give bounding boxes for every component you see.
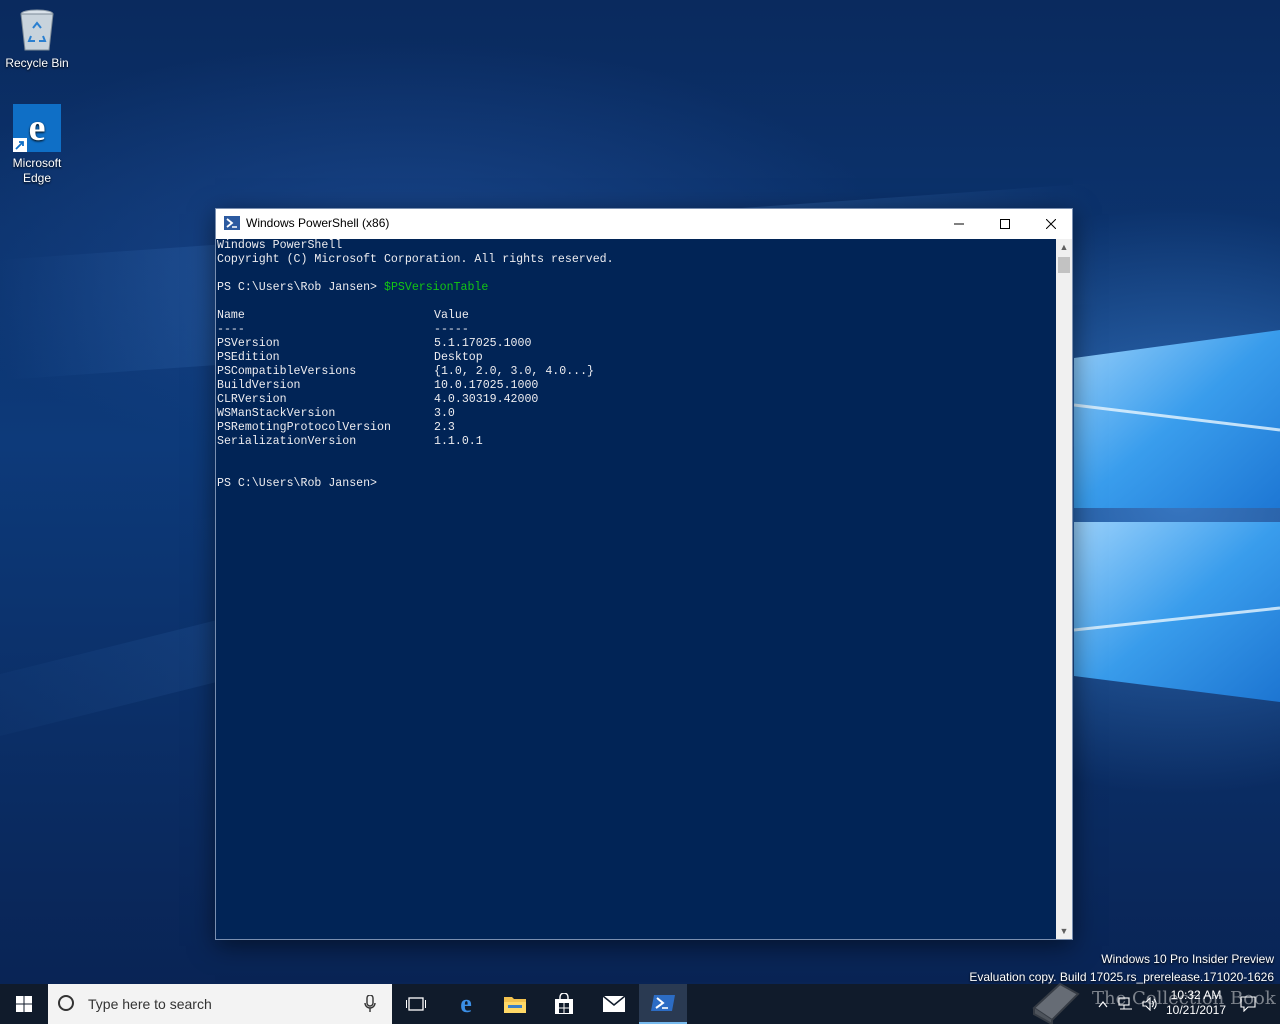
scrollbar-thumb[interactable] [1058, 257, 1070, 273]
row-name: PSVersion [217, 337, 280, 350]
svg-text:e: e [460, 992, 472, 1016]
network-button[interactable] [1116, 984, 1136, 1024]
banner-line-2: Copyright (C) Microsoft Corporation. All… [217, 253, 614, 266]
search-placeholder: Type here to search [88, 996, 212, 1012]
chevron-up-icon [1098, 1001, 1108, 1008]
row-name: PSCompatibleVersions [217, 365, 357, 378]
taskbar-mail-button[interactable] [590, 984, 638, 1024]
row-name: SerializationVersion [217, 435, 357, 448]
powershell-icon [224, 216, 240, 230]
taskbar: Type here to search e 10:32 AM 10/21/201… [0, 984, 1280, 1024]
row-name: BuildVersion [217, 379, 301, 392]
row-value: 2.3 [434, 421, 455, 434]
desktop-icon-recycle-bin[interactable]: Recycle Bin [0, 8, 74, 71]
store-bag-icon [555, 993, 573, 1014]
column-header-value: Value [434, 309, 469, 322]
underline-name: ---- [217, 323, 245, 336]
action-center-button[interactable] [1236, 984, 1260, 1024]
minimize-icon [954, 223, 964, 225]
windows-start-icon [16, 996, 32, 1012]
microphone-icon[interactable] [364, 995, 376, 1013]
speaker-icon [1142, 997, 1157, 1011]
scroll-up-arrow-icon[interactable]: ▲ [1056, 239, 1072, 255]
desktop-icon-microsoft-edge[interactable]: e Microsoft Edge [0, 104, 74, 186]
table-row: PSEdition Desktop [217, 351, 1056, 365]
table-row: SerializationVersion 1.1.0.1 [217, 435, 1056, 449]
task-view-button[interactable] [392, 984, 440, 1024]
table-header: Name Value [217, 309, 1056, 323]
row-value: 10.0.17025.1000 [434, 379, 539, 392]
minimize-button[interactable] [936, 209, 982, 239]
row-name: PSEdition [217, 351, 280, 364]
edge-icon: e [13, 104, 61, 152]
clock-time: 10:32 AM [1170, 988, 1222, 1002]
svg-text:e: e [29, 107, 46, 149]
mail-icon [602, 995, 626, 1012]
table-row: CLRVersion 4.0.30319.42000 [217, 393, 1056, 407]
row-value: 3.0 [434, 407, 455, 420]
notification-icon [1240, 996, 1256, 1012]
folder-icon [504, 997, 526, 1013]
recycle-bin-icon [20, 9, 54, 51]
close-icon [1046, 219, 1056, 229]
prompt-text: PS C:\Users\Rob Jansen> [217, 281, 384, 294]
edge-label: Microsoft Edge [12, 156, 62, 185]
evaluation-watermark: Windows 10 Pro Insider Preview Evaluatio… [969, 950, 1274, 986]
banner-line-1: Windows PowerShell [217, 239, 343, 252]
row-value: 1.1.0.1 [434, 435, 483, 448]
table-row: WSManStackVersion 3.0 [217, 407, 1056, 421]
maximize-button[interactable] [982, 209, 1028, 239]
row-value: 4.0.30319.42000 [434, 393, 539, 406]
vertical-scrollbar[interactable]: ▲ ▼ [1056, 239, 1072, 939]
row-name: WSManStackVersion [217, 407, 336, 420]
system-clock[interactable]: 10:32 AM 10/21/2017 [1160, 988, 1232, 1018]
table-row: PSCompatibleVersions {1.0, 2.0, 3.0, 4.0.… [217, 365, 1056, 379]
close-button[interactable] [1028, 209, 1074, 239]
row-name: PSRemotingProtocolVersion [217, 421, 391, 434]
cortana-icon [58, 995, 74, 1011]
console-output[interactable]: Windows PowerShell Copyright (C) Microso… [216, 239, 1056, 939]
task-view-icon [406, 997, 426, 1011]
clock-date: 10/21/2017 [1165, 1003, 1227, 1017]
row-value: Desktop [434, 351, 483, 364]
volume-button[interactable] [1140, 984, 1160, 1024]
taskbar-store-button[interactable] [540, 984, 588, 1024]
row-value: {1.0, 2.0, 3.0, 4.0...} [434, 365, 595, 378]
show-hidden-icons-button[interactable] [1094, 984, 1112, 1024]
network-icon [1118, 997, 1132, 1010]
row-name: CLRVersion [217, 393, 287, 406]
row-value: 5.1.17025.1000 [434, 337, 532, 350]
column-header-name: Name [217, 309, 245, 322]
start-button[interactable] [0, 984, 48, 1024]
windows-logo-wallpaper [1074, 330, 1280, 702]
underline-value: ----- [434, 323, 469, 336]
taskbar-edge-button[interactable]: e [442, 984, 490, 1024]
watermark-edition: Windows 10 Pro Insider Preview [1101, 952, 1274, 966]
powershell-icon [651, 995, 675, 1011]
window-title: Windows PowerShell (x86) [246, 216, 390, 230]
recycle-bin-label: Recycle Bin [5, 56, 69, 70]
maximize-icon [1000, 219, 1010, 229]
command-text: $PSVersionTable [383, 281, 489, 294]
edge-icon: e [460, 992, 472, 1016]
scroll-down-arrow-icon[interactable]: ▼ [1056, 923, 1072, 939]
search-input[interactable]: Type here to search [48, 984, 392, 1024]
table-header-underline: ---- ----- [217, 323, 1056, 337]
command-line: PS C:\Users\Rob Jansen> $PSVersionTable [217, 281, 1056, 295]
powershell-window[interactable]: Windows PowerShell (x86) Windows PowerSh… [215, 208, 1073, 940]
taskbar-powershell-button[interactable] [639, 984, 687, 1024]
title-bar[interactable]: Windows PowerShell (x86) [216, 209, 1072, 239]
table-row: PSVersion 5.1.17025.1000 [217, 337, 1056, 351]
table-row: BuildVersion 10.0.17025.1000 [217, 379, 1056, 393]
current-prompt[interactable]: PS C:\Users\Rob Jansen> [217, 477, 1056, 491]
taskbar-file-explorer-button[interactable] [491, 984, 539, 1024]
table-row: PSRemotingProtocolVersion 2.3 [217, 421, 1056, 435]
